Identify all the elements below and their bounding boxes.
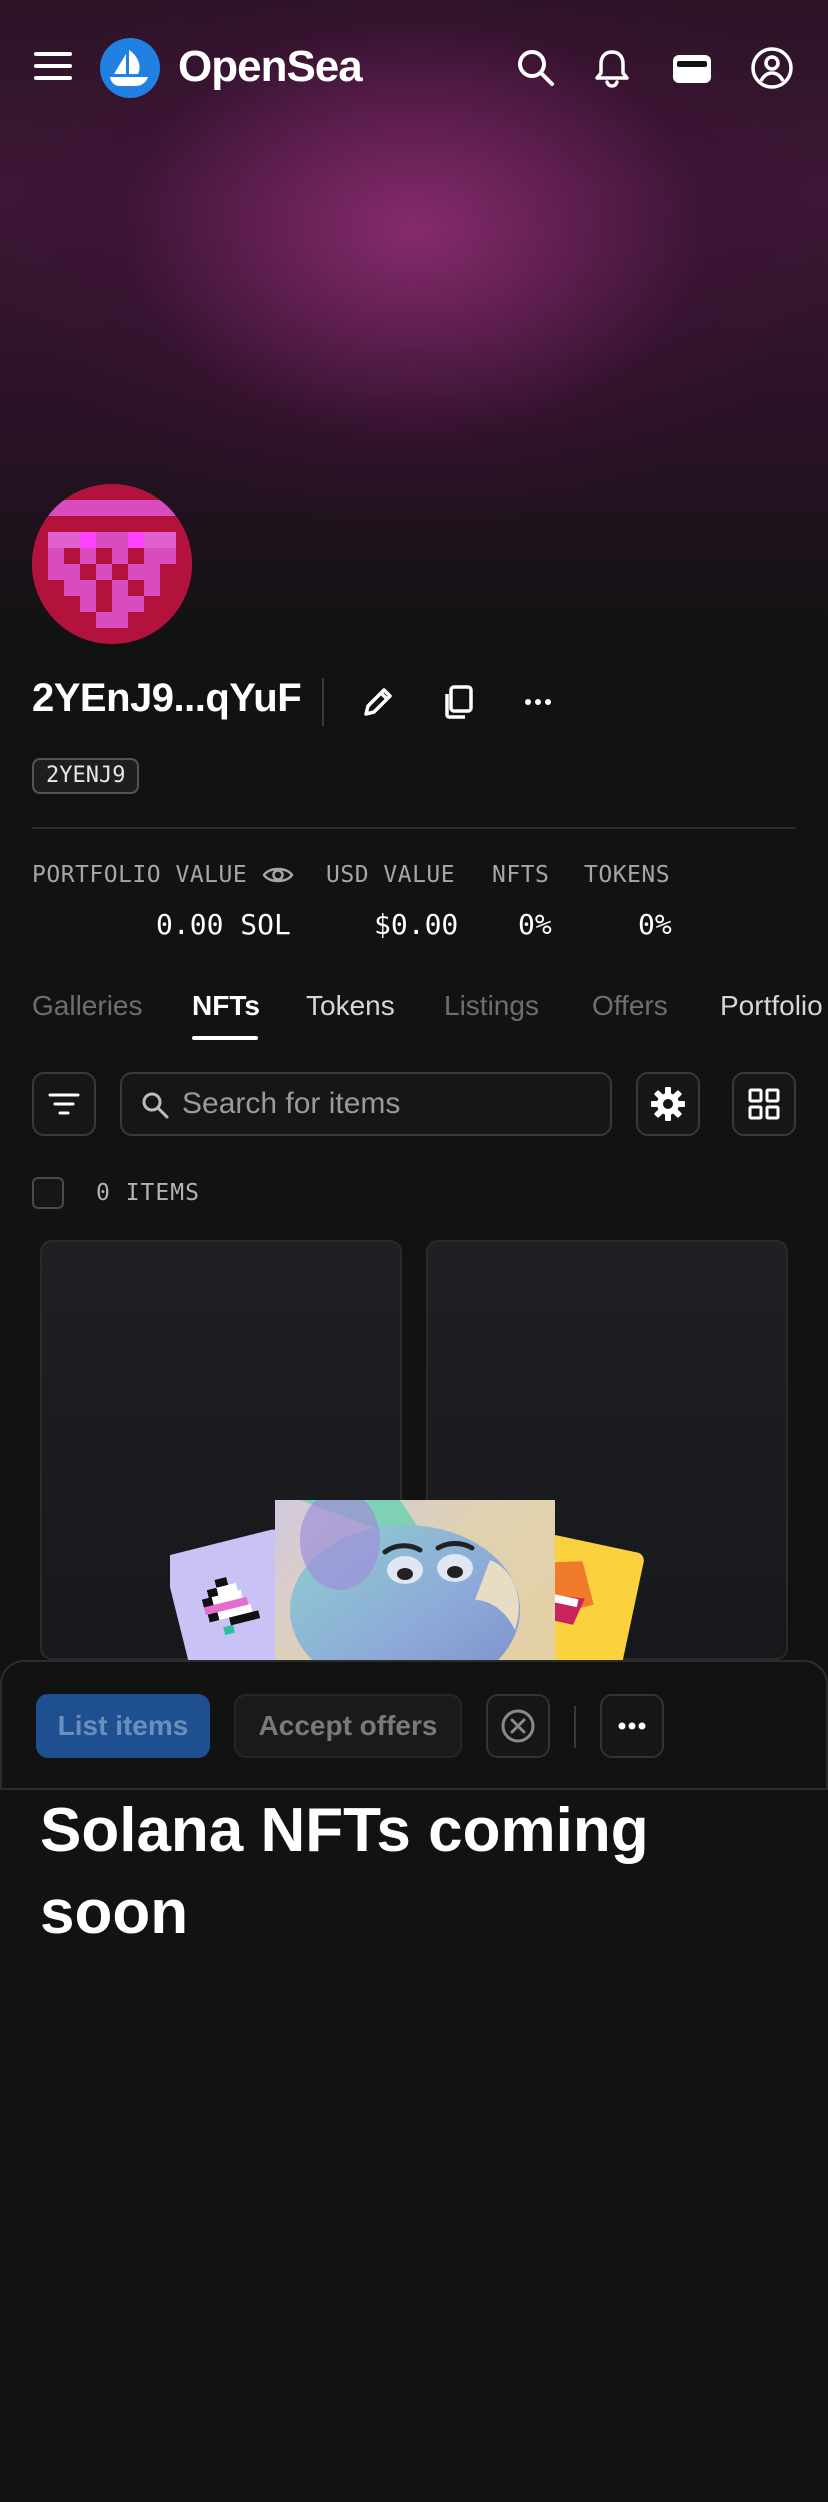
more-actions-button[interactable] xyxy=(600,1694,664,1758)
search-icon xyxy=(142,1092,169,1119)
brand-name[interactable]: OpenSea xyxy=(178,42,363,92)
wallet-icon[interactable] xyxy=(668,44,716,92)
clear-selection-button[interactable] xyxy=(486,1694,550,1758)
grid-icon xyxy=(748,1088,780,1120)
stat-value-portfolio: 0.00 SOL xyxy=(156,908,291,941)
stat-value-usd: $0.00 xyxy=(374,908,459,941)
tab-offers[interactable]: Offers xyxy=(592,990,668,1022)
stat-label-tokens: TOKENS xyxy=(584,862,671,888)
filter-icon xyxy=(48,1093,80,1115)
empty-state-illustration xyxy=(164,1460,670,1720)
tab-nfts[interactable]: NFTs xyxy=(192,990,260,1022)
items-count: 0 ITEMS xyxy=(96,1180,200,1206)
settings-button[interactable] xyxy=(636,1072,700,1136)
account-icon[interactable] xyxy=(748,44,796,92)
profile-name: 2YEnJ9...qYuF xyxy=(32,676,302,720)
stat-label-nfts: NFTS xyxy=(492,862,550,888)
more-horizontal-icon xyxy=(618,1722,646,1730)
address-tag[interactable]: 2YENJ9 xyxy=(32,758,140,794)
grid-view-button[interactable] xyxy=(732,1072,796,1136)
stat-label-usd: USD VALUE xyxy=(326,862,456,888)
empty-state-headline: Solana NFTs coming soon xyxy=(40,1796,649,1947)
stat-value-tokens: 0% xyxy=(638,908,672,941)
profile-avatar xyxy=(32,484,192,644)
eye-icon[interactable] xyxy=(262,863,294,892)
list-items-button[interactable]: List items xyxy=(36,1694,210,1758)
tab-tokens[interactable]: Tokens xyxy=(306,990,395,1022)
tab-galleries[interactable]: Galleries xyxy=(32,990,142,1022)
edit-icon[interactable] xyxy=(356,680,400,724)
accept-offers-button[interactable]: Accept offers xyxy=(234,1694,462,1758)
search-input[interactable] xyxy=(182,1074,602,1134)
stat-label-portfolio: PORTFOLIO VALUE xyxy=(32,862,248,888)
copy-icon[interactable] xyxy=(436,680,480,724)
action-bar-divider xyxy=(574,1706,576,1748)
bell-icon[interactable] xyxy=(588,44,636,92)
stat-value-nfts: 0% xyxy=(518,908,552,941)
filter-button[interactable] xyxy=(32,1072,96,1136)
select-all-checkbox[interactable] xyxy=(32,1177,64,1209)
more-options-icon[interactable] xyxy=(516,680,560,724)
name-divider xyxy=(322,678,324,726)
gear-icon xyxy=(651,1087,685,1121)
opensea-logo-icon[interactable] xyxy=(100,38,160,98)
active-tab-indicator xyxy=(192,1036,258,1040)
bulk-action-bar: List items Accept offers xyxy=(0,1660,828,1790)
section-divider xyxy=(32,827,796,829)
menu-icon[interactable] xyxy=(34,52,74,84)
search-box[interactable] xyxy=(120,1072,612,1136)
close-circle-icon xyxy=(501,1709,535,1743)
search-icon[interactable] xyxy=(512,44,560,92)
tab-portfolio[interactable]: Portfolio xyxy=(720,990,823,1022)
top-nav: OpenSea xyxy=(0,0,828,136)
tab-listings[interactable]: Listings xyxy=(444,990,539,1022)
